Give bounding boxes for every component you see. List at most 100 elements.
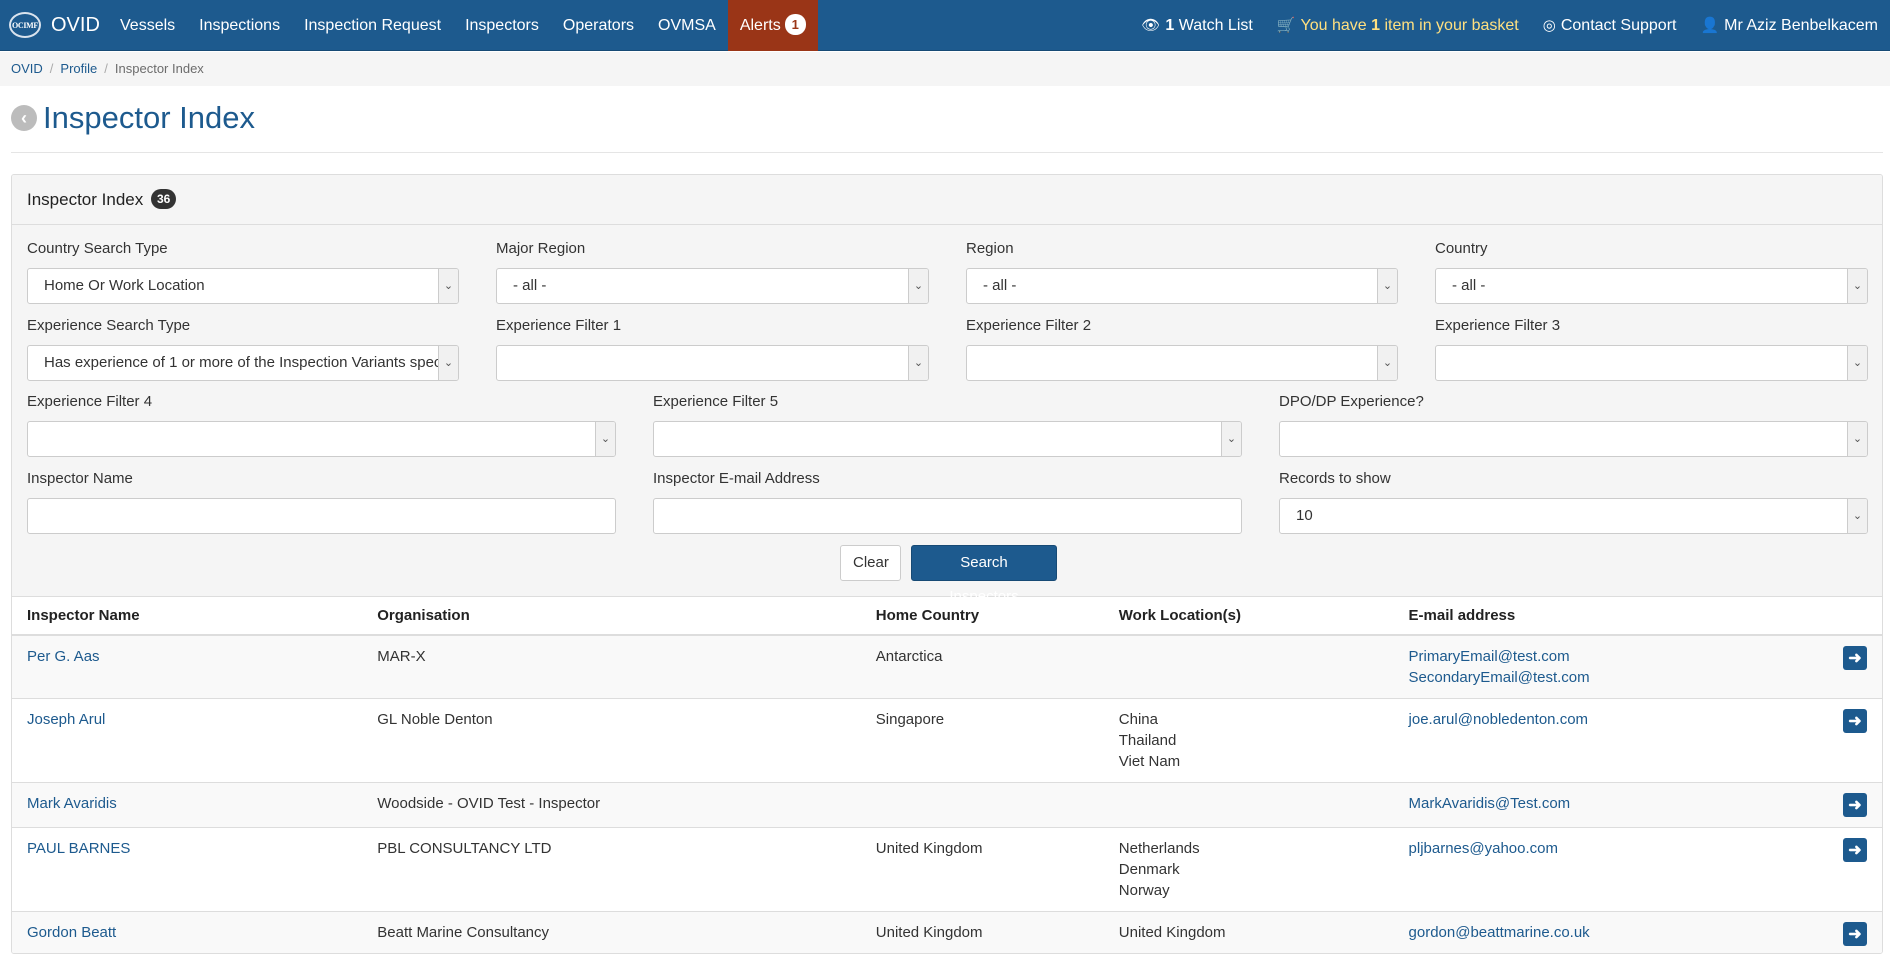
home-country-cell: United Kingdom (861, 912, 1104, 954)
nav-inspection-request[interactable]: Inspection Request (292, 0, 453, 51)
view-inspector-button[interactable]: ➜ (1843, 646, 1867, 670)
email-link[interactable]: SecondaryEmail@test.com (1409, 667, 1813, 688)
inspector-count-badge: 36 (151, 189, 176, 209)
table-row: Per G. Aas MAR-X Antarctica PrimaryEmail… (12, 635, 1882, 699)
main-nav: Vessels Inspections Inspection Request I… (108, 0, 818, 51)
top-navbar: OCIMF OVID Vessels Inspections Inspectio… (0, 0, 1890, 51)
country-search-type-value: Home Or Work Location (44, 277, 205, 294)
nav-operators[interactable]: Operators (551, 0, 646, 51)
view-inspector-button[interactable]: ➜ (1843, 709, 1867, 733)
clear-button[interactable]: Clear (840, 545, 901, 581)
eye-icon: 👁 (1141, 0, 1160, 51)
experience-filter-3-label: Experience Filter 3 (1435, 317, 1868, 337)
country-select[interactable]: - all -⌄ (1435, 268, 1868, 304)
email-cell: pljbarnes@yahoo.com (1394, 828, 1828, 912)
page-header: ‹ Inspector Index (11, 100, 255, 136)
experience-filter-2-select[interactable]: ⌄ (966, 345, 1398, 381)
work-location: Viet Nam (1119, 751, 1379, 772)
experience-filter-4-select[interactable]: ⌄ (27, 421, 616, 457)
brand[interactable]: OCIMF OVID (9, 12, 100, 38)
inspector-name-input[interactable] (27, 498, 616, 534)
home-country-cell: Singapore (861, 699, 1104, 783)
inspector-name-link[interactable]: Per G. Aas (27, 648, 100, 665)
email-cell: gordon@beattmarine.co.uk (1394, 912, 1828, 954)
work-locations-cell: China Thailand Viet Nam (1104, 699, 1394, 783)
email-cell: joe.arul@nobledenton.com (1394, 699, 1828, 783)
country-search-type-select[interactable]: Home Or Work Location⌄ (27, 268, 459, 304)
inspector-name-link[interactable]: Gordon Beatt (27, 924, 116, 941)
column-header[interactable]: Inspector Name (12, 597, 362, 635)
experience-filter-5-select[interactable]: ⌄ (653, 421, 1242, 457)
email-link[interactable]: PrimaryEmail@test.com (1409, 646, 1813, 667)
work-location: China (1119, 709, 1379, 730)
experience-filter-1-select[interactable]: ⌄ (496, 345, 929, 381)
email-link[interactable]: gordon@beattmarine.co.uk (1409, 922, 1813, 943)
records-to-show-select[interactable]: 10⌄ (1279, 498, 1868, 534)
email-link[interactable]: pljbarnes@yahoo.com (1409, 838, 1813, 859)
table-row: PAUL BARNES PBL CONSULTANCY LTD United K… (12, 828, 1882, 912)
nav-alerts[interactable]: Alerts1 (728, 0, 818, 51)
organisation-cell: Beatt Marine Consultancy (362, 912, 861, 954)
view-inspector-button[interactable]: ➜ (1843, 922, 1867, 946)
experience-filter-3-field: Experience Filter 3 ⌄ (1435, 317, 1868, 381)
email-link[interactable]: joe.arul@nobledenton.com (1409, 709, 1813, 730)
breadcrumb-profile[interactable]: Profile (60, 61, 97, 76)
work-locations-cell: United Kingdom (1104, 912, 1394, 954)
region-value: - all - (983, 277, 1016, 294)
view-inspector-button[interactable]: ➜ (1843, 838, 1867, 862)
user-menu[interactable]: 👤Mr Aziz Benbelkacem (1688, 0, 1890, 51)
region-label: Region (966, 240, 1398, 260)
column-header[interactable]: Work Location(s) (1104, 597, 1394, 635)
work-location: Netherlands (1119, 838, 1379, 859)
inspector-table: Inspector Name Organisation Home Country… (12, 597, 1882, 954)
nav-ovmsa[interactable]: OVMSA (646, 0, 728, 51)
experience-filter-3-select[interactable]: ⌄ (1435, 345, 1868, 381)
column-header-actions (1828, 597, 1882, 635)
chevron-down-icon: ⌄ (1847, 499, 1867, 533)
chevron-down-icon: ⌄ (1221, 422, 1241, 456)
breadcrumb-separator: / (50, 61, 54, 76)
experience-search-type-value: Has experience of 1 or more of the Inspe… (44, 354, 459, 371)
inspector-name-link[interactable]: PAUL BARNES (27, 840, 130, 857)
basket-prefix: You have (1301, 17, 1367, 34)
basket-link[interactable]: 🛒You have 1 item in your basket (1265, 0, 1531, 51)
search-inspectors-button[interactable]: Search Inspectors (911, 545, 1057, 581)
arrow-right-icon: ➜ (1848, 924, 1861, 945)
home-country-cell: Antarctica (861, 635, 1104, 699)
nav-inspections[interactable]: Inspections (187, 0, 292, 51)
arrow-right-icon: ➜ (1848, 840, 1861, 861)
country-search-type-label: Country Search Type (27, 240, 459, 260)
nav-vessels[interactable]: Vessels (108, 0, 187, 51)
email-link[interactable]: MarkAvaridis@Test.com (1409, 793, 1813, 814)
watch-list-link[interactable]: 👁1 Watch List (1129, 0, 1265, 51)
experience-search-type-field: Experience Search Type Has experience of… (27, 317, 459, 381)
view-inspector-button[interactable]: ➜ (1843, 793, 1867, 817)
inspector-name-link[interactable]: Mark Avaridis (27, 795, 117, 812)
inspector-email-input[interactable] (653, 498, 1242, 534)
contact-support-link[interactable]: ◎Contact Support (1531, 0, 1689, 51)
inspector-email-label: Inspector E-mail Address (653, 470, 1242, 490)
region-select[interactable]: - all -⌄ (966, 268, 1398, 304)
nav-inspectors[interactable]: Inspectors (453, 0, 551, 51)
panel-heading: Inspector Index 36 (12, 175, 1882, 225)
inspector-name-link[interactable]: Joseph Arul (27, 711, 105, 728)
experience-search-type-select[interactable]: Has experience of 1 or more of the Inspe… (27, 345, 459, 381)
breadcrumb-ovid[interactable]: OVID (11, 61, 43, 76)
major-region-select[interactable]: - all -⌄ (496, 268, 929, 304)
work-locations-cell (1104, 783, 1394, 828)
experience-filter-2-field: Experience Filter 2 ⌄ (966, 317, 1398, 381)
support-label: Contact Support (1561, 17, 1677, 34)
experience-filter-4-field: Experience Filter 4 ⌄ (27, 393, 616, 457)
user-icon: 👤 (1700, 0, 1719, 51)
column-header[interactable]: Organisation (362, 597, 861, 635)
column-header[interactable]: E-mail address (1394, 597, 1828, 635)
dpo-experience-field: DPO/DP Experience? ⌄ (1279, 393, 1868, 457)
chevron-down-icon: ⌄ (908, 346, 928, 380)
inspector-name-label: Inspector Name (27, 470, 616, 490)
back-arrow-icon[interactable]: ‹ (11, 105, 37, 131)
dpo-experience-select[interactable]: ⌄ (1279, 421, 1868, 457)
experience-filter-2-label: Experience Filter 2 (966, 317, 1398, 337)
arrow-right-icon: ➜ (1848, 711, 1861, 732)
experience-search-type-label: Experience Search Type (27, 317, 459, 337)
work-location: United Kingdom (1119, 922, 1379, 943)
